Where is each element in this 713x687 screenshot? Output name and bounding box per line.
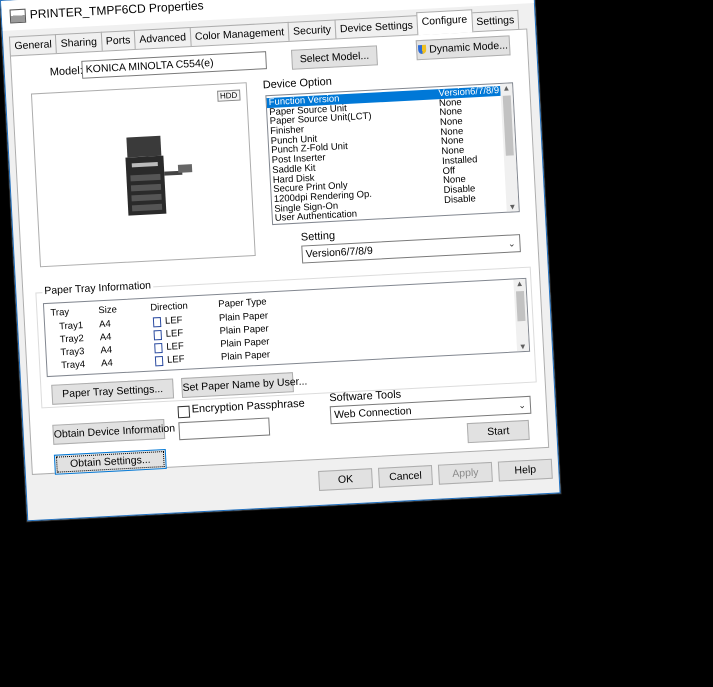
dynamic-mode-label: Dynamic Mode... (428, 39, 509, 56)
direction-cell: LEF (166, 353, 185, 366)
software-tools-value: Web Connection (333, 405, 412, 422)
size-cell: A4 (99, 331, 112, 344)
apply-button[interactable]: Apply (437, 461, 493, 485)
tray-cell: Tray2 (59, 333, 85, 346)
direction-cell: LEF (166, 340, 185, 353)
dynamic-mode-button[interactable]: Dynamic Mode... (415, 35, 511, 61)
device-preview: HDD (30, 82, 256, 268)
device-option-label: Device Option (262, 75, 333, 92)
size-cell: A4 (100, 344, 113, 357)
option-name: User Authentication (274, 208, 358, 225)
setting-value: Version6/7/8/9 (305, 244, 374, 261)
column-header-direction: Direction (150, 300, 189, 314)
paper-tray-group: Paper Tray Information Tray Size Directi… (35, 266, 537, 409)
model-label: Model: (49, 64, 84, 79)
paper-type-cell: Plain Paper (220, 336, 270, 350)
encryption-passphrase-input[interactable] (178, 417, 271, 441)
window-title: PRINTER_TMPF6CD Properties (29, 0, 204, 22)
tray-cell: Tray4 (60, 359, 86, 372)
column-header-size: Size (98, 304, 118, 317)
scroll-up-icon[interactable]: ▲ (515, 279, 523, 288)
paper-orientation-icon (153, 330, 163, 341)
paper-orientation-icon (154, 355, 164, 367)
scroll-down-icon[interactable]: ▼ (519, 342, 527, 351)
scroll-thumb[interactable] (502, 95, 514, 156)
column-header-tray: Tray (50, 306, 70, 319)
set-paper-name-button[interactable]: Set Paper Name by User... (181, 372, 308, 399)
model-field: KONICA MINOLTA C554(e) (81, 51, 267, 79)
software-tools-label: Software Tools (328, 388, 402, 405)
tray-cell: Tray1 (58, 320, 84, 333)
scroll-up-icon[interactable]: ▲ (502, 83, 510, 92)
scroll-down-icon[interactable]: ▼ (508, 202, 516, 211)
chevron-down-icon: ⌄ (507, 238, 516, 249)
direction-cell: LEF (165, 327, 184, 340)
tray-cell: Tray3 (60, 346, 85, 359)
encryption-checkbox[interactable] (177, 405, 191, 419)
hdd-badge: HDD (216, 89, 241, 102)
paper-orientation-icon (154, 342, 163, 354)
configure-tab-panel: Model: KONICA MINOLTA C554(e) Select Mod… (9, 28, 550, 475)
tray-scrollbar[interactable]: ▲ ▼ (513, 278, 530, 352)
paper-type-cell: Plain Paper (220, 349, 271, 363)
column-header-paper-type: Paper Type (217, 296, 267, 310)
size-cell: A4 (98, 318, 112, 331)
paper-tray-settings-button[interactable]: Paper Tray Settings... (51, 378, 175, 405)
paper-type-cell: Plain Paper (218, 310, 269, 324)
scroll-thumb[interactable] (515, 290, 526, 322)
obtain-device-info-button[interactable]: Obtain Device Information (52, 418, 175, 445)
paper-tray-label: Paper Tray Information (41, 279, 154, 298)
size-cell: A4 (100, 357, 114, 370)
start-button[interactable]: Start (466, 419, 530, 444)
encryption-label: Encryption Passphrase (191, 397, 305, 416)
shield-icon (418, 44, 427, 55)
select-model-button[interactable]: Select Model... (291, 45, 378, 70)
direction-cell: LEF (164, 314, 183, 327)
properties-window: PRINTER_TMPF6CD Properties ✕ GeneralShar… (0, 0, 561, 522)
printer-icon (9, 8, 27, 24)
cancel-button[interactable]: Cancel (378, 465, 433, 488)
ok-button[interactable]: OK (318, 468, 374, 491)
help-button[interactable]: Help (497, 458, 553, 482)
device-option-list[interactable]: Function Version Version6/7/8/9 Paper Sour… (265, 82, 520, 226)
printer-image (125, 135, 193, 216)
paper-orientation-icon (152, 317, 162, 328)
obtain-settings-button[interactable]: Obtain Settings... (53, 448, 167, 475)
paper-type-cell: Plain Paper (219, 323, 269, 337)
setting-label: Setting (300, 229, 336, 244)
chevron-down-icon: ⌄ (518, 400, 527, 411)
tab-configure[interactable]: Configure (416, 9, 473, 36)
